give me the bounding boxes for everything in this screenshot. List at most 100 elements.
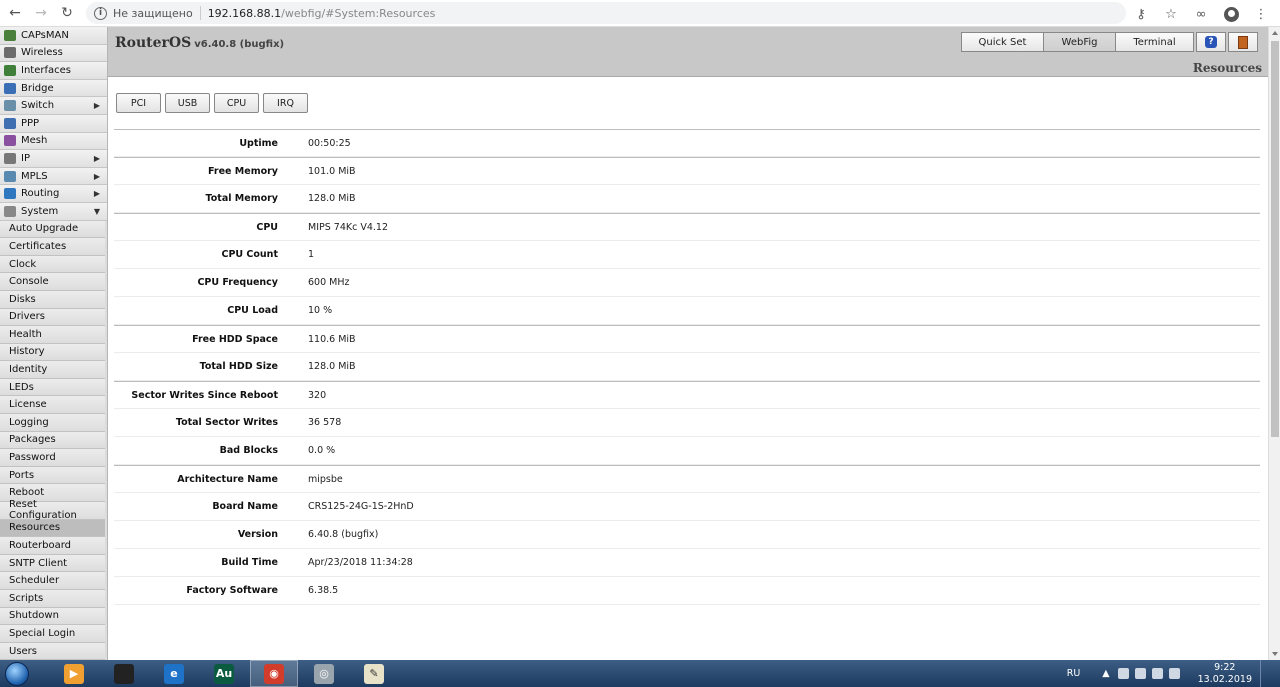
- info-icon[interactable]: i: [94, 6, 107, 20]
- submenu-item-auto-upgrade[interactable]: Auto Upgrade: [0, 220, 105, 239]
- main-content: RouterOS v6.40.8 (bugfix) Quick Set WebFi…: [108, 27, 1268, 660]
- chevron-down-icon: ▼: [93, 206, 100, 216]
- property-row: Total HDD Size 128.0 MiB: [114, 353, 1260, 381]
- sidebar-item-mesh[interactable]: Mesh: [0, 132, 107, 151]
- sidebar-item-ip[interactable]: IP ▶: [0, 150, 107, 168]
- tab-cpu[interactable]: CPU: [214, 93, 259, 113]
- submenu-item-reset-configuration[interactable]: Reset Configuration: [0, 499, 105, 521]
- vpn-icon[interactable]: [1168, 668, 1180, 679]
- submenu-item-drivers[interactable]: Drivers: [0, 308, 105, 327]
- submenu-item-certificates[interactable]: Certificates: [0, 238, 105, 256]
- webfig-button[interactable]: WebFig: [1043, 32, 1116, 52]
- taskbar-app[interactable]: ▶: [50, 660, 98, 687]
- address-bar[interactable]: i Не защищено 192.168.88.1/webfig/#Syste…: [86, 2, 1126, 24]
- tab-usb[interactable]: USB: [165, 93, 210, 113]
- submenu-item-routerboard[interactable]: Routerboard: [0, 537, 105, 555]
- taskbar-app[interactable]: Au: [200, 660, 248, 687]
- show-desktop-button[interactable]: [1260, 660, 1270, 687]
- submenu-item-sntp-client[interactable]: SNTP Client: [0, 554, 105, 573]
- sidebar-item-label: Routing: [21, 188, 60, 200]
- sidebar-item-interfaces[interactable]: Interfaces: [0, 62, 107, 80]
- property-value: MIPS 74Kc V4.12: [308, 221, 388, 233]
- submenu-item-scheduler[interactable]: Scheduler: [0, 572, 105, 590]
- logout-button[interactable]: [1228, 32, 1258, 52]
- submenu-item-password[interactable]: Password: [0, 449, 105, 467]
- volume-icon[interactable]: [1151, 668, 1163, 679]
- page-scrollbar[interactable]: [1268, 27, 1280, 660]
- submenu-item-shutdown[interactable]: Shutdown: [0, 607, 105, 626]
- scroll-down-icon[interactable]: [1272, 652, 1278, 656]
- property-value: 6.38.5: [308, 585, 339, 596]
- taskbar-app[interactable]: e: [150, 660, 198, 687]
- brand-title: RouterOS v6.40.8 (bugfix): [115, 35, 284, 51]
- taskbar-app[interactable]: ◉: [250, 660, 298, 687]
- submenu-item-health[interactable]: Health: [0, 326, 105, 344]
- submenu-item-special-login[interactable]: Special Login: [0, 625, 105, 643]
- star-icon[interactable]: ☆: [1160, 3, 1182, 25]
- taskbar-app[interactable]: [100, 660, 148, 687]
- property-row: Version 6.40.8 (bugfix): [114, 521, 1260, 549]
- submenu-item-history[interactable]: History: [0, 343, 105, 362]
- submenu-item-console[interactable]: Console: [0, 273, 105, 291]
- network-icon[interactable]: [1134, 668, 1146, 679]
- sidebar-item-capsman[interactable]: CAPsMAN: [0, 27, 107, 45]
- property-value: 320: [308, 389, 327, 401]
- property-row: Total Memory 128.0 MiB: [114, 185, 1260, 213]
- submenu-item-leds[interactable]: LEDs: [0, 378, 105, 397]
- tab-pci[interactable]: PCI: [116, 93, 161, 113]
- profile-avatar[interactable]: [1220, 3, 1242, 25]
- taskbar-app[interactable]: ✎: [350, 660, 398, 687]
- submenu-item-ports[interactable]: Ports: [0, 466, 105, 485]
- key-icon[interactable]: ⚷: [1130, 3, 1152, 25]
- terminal-button[interactable]: Terminal: [1115, 32, 1194, 52]
- quick-set-button[interactable]: Quick Set: [961, 32, 1044, 52]
- language-indicator[interactable]: RU: [1067, 668, 1081, 679]
- sidebar-item-wireless[interactable]: Wireless: [0, 44, 107, 63]
- sidebar-item-system[interactable]: System ▼: [0, 202, 107, 221]
- start-button[interactable]: [0, 660, 34, 687]
- action-center-icon[interactable]: [1117, 668, 1129, 679]
- property-value: 0.0 %: [308, 445, 336, 456]
- submenu-item-scripts[interactable]: Scripts: [0, 590, 105, 608]
- properties-table: Uptime 00:50:25 Free Memory 101.0 MiB Total …: [114, 129, 1260, 605]
- submenu-item-logging[interactable]: Logging: [0, 414, 105, 432]
- submenu-item-license[interactable]: License: [0, 396, 105, 415]
- menu-dots-icon[interactable]: ⋮: [1250, 3, 1272, 25]
- sidebar-item-label: PPP: [21, 117, 40, 129]
- submenu-item-users[interactable]: Users: [0, 642, 105, 660]
- tab-irq[interactable]: IRQ: [263, 93, 308, 113]
- ppp-icon: [4, 117, 16, 129]
- notepad-icon: ✎: [364, 663, 384, 684]
- property-label: Build Time: [221, 557, 278, 568]
- omnibox-separator: [199, 6, 201, 20]
- sidebar-item-routing[interactable]: Routing ▶: [0, 185, 107, 203]
- sidebar-item-switch[interactable]: Switch ▶: [0, 97, 107, 115]
- scroll-thumb[interactable]: [1271, 41, 1279, 437]
- windows-orb-icon: [5, 661, 29, 686]
- extension-icon[interactable]: ∞: [1190, 3, 1212, 25]
- submenu-item-clock[interactable]: Clock: [0, 255, 105, 274]
- terminal-icon: [114, 663, 134, 684]
- sidebar-item-ppp[interactable]: PPP: [0, 114, 107, 133]
- brand-name: RouterOS: [115, 35, 192, 51]
- taskbar-app[interactable]: ◎: [300, 660, 348, 687]
- scroll-up-icon[interactable]: [1272, 31, 1278, 35]
- back-icon[interactable]: ←: [4, 2, 26, 24]
- property-value: CRS125-24G-1S-2HnD: [308, 501, 414, 512]
- clock[interactable]: 9:22 13.02.2019: [1198, 662, 1252, 686]
- property-label: Total Memory: [205, 193, 278, 204]
- sidebar-item-mpls[interactable]: MPLS ▶: [0, 167, 107, 186]
- submenu-item-packages[interactable]: Packages: [0, 431, 105, 450]
- submenu-item-resources[interactable]: Resources: [0, 519, 105, 538]
- forward-icon[interactable]: →: [30, 2, 52, 24]
- sidebar-item-bridge[interactable]: Bridge: [0, 79, 107, 98]
- tray-arrow-icon[interactable]: ▲: [1102, 668, 1109, 679]
- submenu-item-identity[interactable]: Identity: [0, 361, 105, 379]
- property-row: Build Time Apr/23/2018 11:34:28: [114, 549, 1260, 577]
- submenu-item-disks[interactable]: Disks: [0, 290, 105, 309]
- help-button[interactable]: ?: [1196, 32, 1226, 52]
- browser-toolbar: ← → ↻ i Не защищено 192.168.88.1/webfig/…: [0, 0, 1280, 27]
- reload-icon[interactable]: ↻: [56, 2, 78, 24]
- sidebar-item-label: Wireless: [21, 47, 63, 59]
- property-value: 128.0 MiB: [308, 361, 356, 372]
